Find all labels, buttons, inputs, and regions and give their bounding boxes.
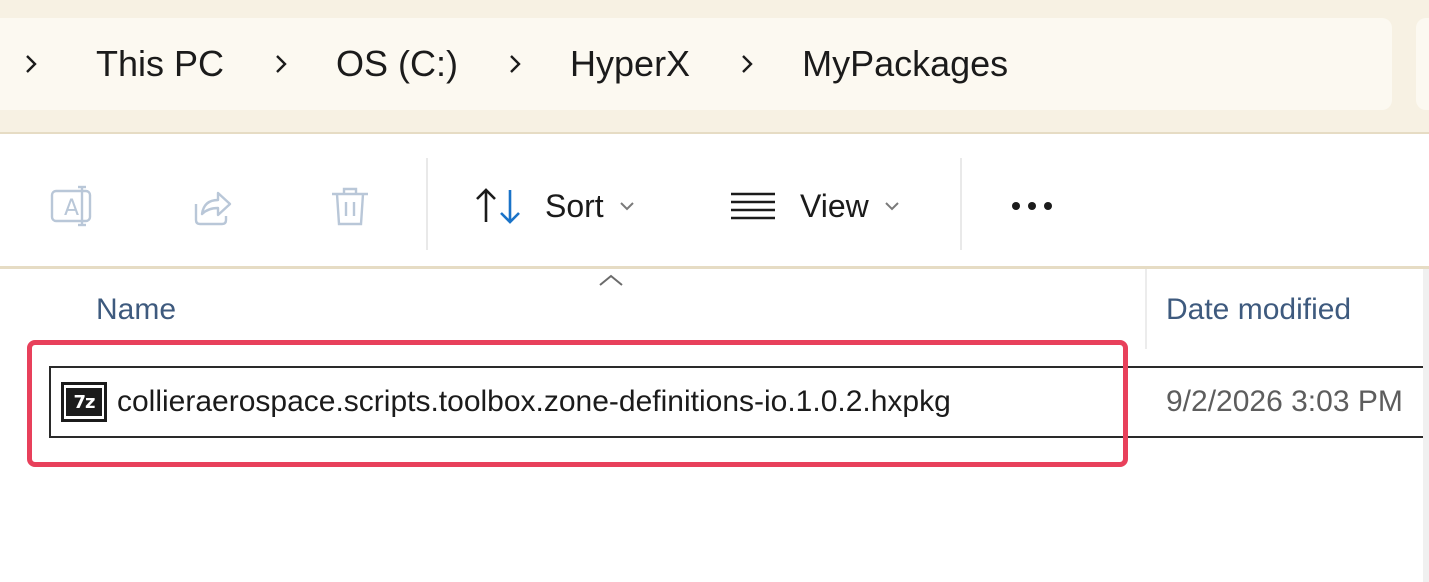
scrollbar-track[interactable]: [1423, 269, 1429, 582]
share-icon[interactable]: [182, 176, 242, 236]
sort-button[interactable]: Sort: [474, 176, 636, 236]
search-box-edge[interactable]: [1416, 18, 1429, 110]
address-bar[interactable]: This PC OS (C:) HyperX MyPackages: [0, 18, 1392, 110]
chevron-down-icon: [885, 202, 899, 211]
toolbar-separator: [960, 158, 962, 250]
chevron-right-icon[interactable]: [272, 18, 290, 110]
delete-icon[interactable]: [320, 176, 380, 236]
view-list-icon: [731, 192, 775, 220]
breadcrumb-this-pc[interactable]: This PC: [96, 18, 224, 110]
breadcrumb-mypackages[interactable]: MyPackages: [802, 18, 1008, 110]
svg-text:A: A: [64, 196, 79, 221]
more-options-icon[interactable]: [1002, 176, 1062, 236]
view-label: View: [800, 187, 869, 224]
sort-ascending-icon: [599, 274, 623, 286]
column-header-date-modified[interactable]: Date modified: [1166, 293, 1351, 327]
sort-label: Sort: [545, 187, 604, 224]
chevron-down-icon: [619, 202, 634, 211]
command-bar: A Sort View: [0, 134, 1429, 268]
column-header-name[interactable]: Name: [96, 293, 176, 327]
title-band: This PC OS (C:) HyperX MyPackages: [0, 0, 1429, 134]
view-button[interactable]: View: [729, 176, 901, 236]
breadcrumb-hyperx[interactable]: HyperX: [570, 18, 690, 110]
sort-arrows-icon: [476, 188, 520, 224]
chevron-right-icon[interactable]: [506, 18, 524, 110]
toolbar-separator: [426, 158, 428, 250]
column-separator[interactable]: [1145, 269, 1147, 349]
chevron-right-icon[interactable]: [22, 18, 40, 110]
highlight-annotation: [27, 340, 1128, 467]
chevron-right-icon[interactable]: [738, 18, 756, 110]
file-date-modified: 9/2/2026 3:03 PM: [1166, 385, 1403, 418]
rename-icon[interactable]: A: [42, 176, 102, 236]
breadcrumb-os-c[interactable]: OS (C:): [336, 18, 458, 110]
file-list: Name Date modified 7z collieraerospace.s…: [0, 269, 1429, 582]
